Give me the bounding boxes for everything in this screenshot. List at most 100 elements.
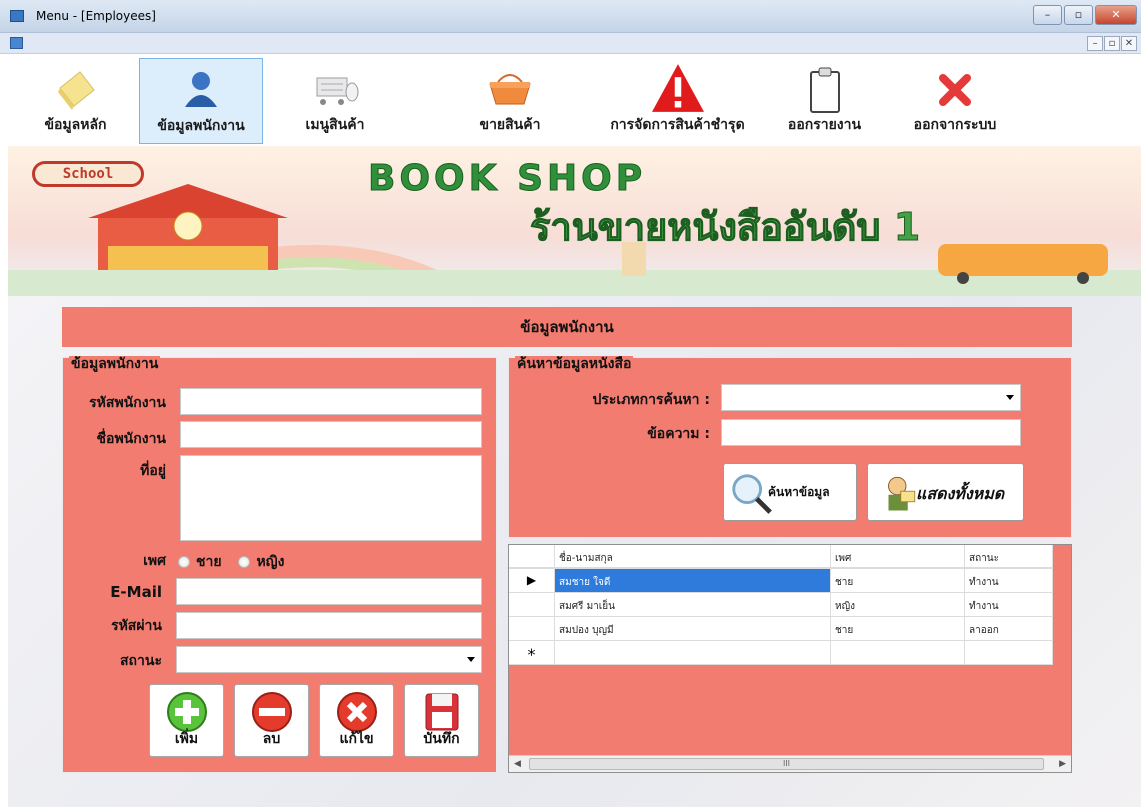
menu-item-products[interactable]: เมนูสินค้า bbox=[280, 58, 390, 144]
password-input[interactable] bbox=[176, 612, 482, 639]
main-menu: ข้อมูลหลัก ข้อมูลพนักงาน เมนูสินค้า ขายส… bbox=[0, 54, 1141, 146]
window-titlebar: Menu - [Employees] – ▫ ✕ bbox=[0, 0, 1141, 33]
gender-male-option[interactable]: ชาย bbox=[178, 554, 222, 570]
user-icon bbox=[185, 72, 217, 107]
menu-item-logout[interactable]: ออกจากระบบ bbox=[895, 58, 1015, 144]
delete-button-label: ลบ bbox=[262, 731, 281, 747]
cell-name[interactable] bbox=[555, 641, 831, 665]
scroll-left-icon[interactable]: ◀ bbox=[514, 759, 521, 769]
employee-group-legend: ข้อมูลพนักงาน bbox=[69, 356, 161, 372]
cell-status[interactable] bbox=[965, 641, 1053, 665]
section-title: ข้อมูลพนักงาน bbox=[62, 307, 1072, 347]
radio-button[interactable] bbox=[178, 556, 190, 568]
show-all-button-label: แสดงทั้งหมด bbox=[916, 484, 1005, 503]
email-input[interactable] bbox=[176, 578, 482, 605]
row-header-corner bbox=[509, 545, 555, 568]
app-icon bbox=[10, 10, 24, 22]
column-header-status[interactable]: สถานะ bbox=[965, 545, 1053, 568]
menu-label: ขายสินค้า bbox=[479, 117, 541, 133]
delete-button[interactable]: ลบ bbox=[234, 684, 309, 757]
edit-button-label: แก้ไข bbox=[339, 731, 374, 747]
table-row[interactable]: สมปอง บุญมี ชาย ลาออก bbox=[509, 617, 1053, 641]
address-textarea[interactable] bbox=[180, 455, 482, 541]
new-row[interactable]: * bbox=[509, 641, 1053, 665]
search-button[interactable]: ค้นหาข้อมูล bbox=[723, 463, 857, 521]
menu-label: ข้อมูลหลัก bbox=[44, 117, 107, 133]
search-type-label: ประเภทการค้นหา : bbox=[592, 392, 710, 408]
cell-status[interactable]: ลาออก bbox=[965, 617, 1053, 641]
mdi-child-bar: – ▫ ✕ bbox=[0, 33, 1141, 54]
table-row[interactable]: สมศรี มาเย็น หญิง ทำงาน bbox=[509, 593, 1053, 617]
clipboard-icon bbox=[809, 67, 840, 113]
cell-gender[interactable]: ชาย bbox=[831, 617, 965, 641]
cell-gender[interactable]: หญิง bbox=[831, 593, 965, 617]
search-group-legend: ค้นหาข้อมูลหนังสือ bbox=[515, 356, 634, 372]
scroll-thumb[interactable]: III bbox=[529, 758, 1044, 770]
child-close-button[interactable]: ✕ bbox=[1121, 36, 1137, 51]
cell-name[interactable]: สมศรี มาเย็น bbox=[555, 593, 831, 617]
table-row[interactable]: ▶ สมชาย ใจดี ชาย ทำงาน bbox=[509, 569, 1053, 593]
show-all-button[interactable]: แสดงทั้งหมด bbox=[867, 463, 1024, 521]
search-type-select[interactable] bbox=[721, 384, 1021, 411]
column-header-gender[interactable]: เพศ bbox=[831, 545, 965, 568]
search-button-label: ค้นหาข้อมูล bbox=[768, 485, 830, 499]
menu-item-master-data[interactable]: ข้อมูลหลัก bbox=[28, 58, 123, 144]
employee-grid[interactable]: ชื่อ-นามสกุล เพศ สถานะ ▶ สมชาย ใจดี ชาย … bbox=[508, 544, 1072, 773]
employee-id-input[interactable] bbox=[180, 388, 482, 415]
cart-icon bbox=[316, 77, 359, 105]
child-restore-button[interactable]: ▫ bbox=[1104, 36, 1120, 51]
new-row-marker[interactable]: * bbox=[509, 641, 555, 665]
chevron-down-icon bbox=[1006, 395, 1014, 400]
gender-radio-group: ชาย หญิง bbox=[178, 551, 284, 573]
radio-button[interactable] bbox=[238, 556, 251, 568]
cell-gender[interactable]: ชาย bbox=[831, 569, 965, 593]
reader-icon bbox=[888, 476, 916, 511]
save-button[interactable]: บันทึก bbox=[404, 684, 479, 757]
cell-status[interactable]: ทำงาน bbox=[965, 593, 1053, 617]
child-window-icon[interactable] bbox=[10, 37, 23, 49]
menu-label: เมนูสินค้า bbox=[305, 117, 365, 133]
search-text-input[interactable] bbox=[721, 419, 1021, 446]
window-title: Menu - [Employees] bbox=[36, 9, 156, 23]
menu-label: ออกรายงาน bbox=[787, 117, 862, 133]
close-window-button[interactable]: ✕ bbox=[1095, 5, 1137, 25]
scroll-right-icon[interactable]: ▶ bbox=[1059, 759, 1066, 769]
address-label: ที่อยู่ bbox=[140, 463, 166, 479]
note-icon bbox=[57, 71, 95, 110]
cell-name[interactable]: สมชาย ใจดี bbox=[555, 569, 831, 593]
warning-icon bbox=[651, 64, 704, 112]
menu-label: ออกจากระบบ bbox=[913, 117, 997, 133]
column-header-name[interactable]: ชื่อ-นามสกุล bbox=[555, 545, 831, 568]
chevron-down-icon bbox=[467, 657, 475, 662]
menu-item-reports[interactable]: ออกรายงาน bbox=[772, 58, 877, 144]
add-button[interactable]: เพิ่ม bbox=[149, 684, 224, 757]
add-button-label: เพิ่ม bbox=[174, 731, 199, 747]
employee-id-label: รหัสพนักงาน bbox=[89, 395, 166, 411]
cell-gender[interactable] bbox=[831, 641, 965, 665]
minimize-button[interactable]: – bbox=[1033, 5, 1062, 25]
row-marker[interactable]: ▶ bbox=[509, 569, 555, 593]
row-marker[interactable] bbox=[509, 617, 555, 641]
horizontal-scrollbar[interactable]: ◀ III ▶ bbox=[509, 755, 1071, 772]
cell-status[interactable]: ทำงาน bbox=[965, 569, 1053, 593]
menu-item-sales[interactable]: ขายสินค้า bbox=[460, 58, 560, 144]
status-select[interactable] bbox=[176, 646, 482, 673]
grid-header: ชื่อ-นามสกุล เพศ สถานะ bbox=[509, 545, 1053, 569]
maximize-button[interactable]: ▫ bbox=[1064, 5, 1093, 25]
gender-label: เพศ bbox=[143, 553, 166, 569]
banner-subtitle: ร้านขายหนังสืออันดับ 1 bbox=[529, 205, 921, 250]
menu-item-damaged-goods[interactable]: การจัดการสินค้าชำรุด bbox=[595, 58, 760, 144]
search-text-label: ข้อความ : bbox=[647, 426, 710, 442]
employee-name-label: ชื่อพนักงาน bbox=[96, 431, 166, 447]
edit-button[interactable]: แก้ไข bbox=[319, 684, 394, 757]
status-label: สถานะ bbox=[120, 653, 162, 669]
gender-female-option[interactable]: หญิง bbox=[238, 554, 284, 570]
employee-name-input[interactable] bbox=[180, 421, 482, 448]
banner-title: BOOK SHOP bbox=[367, 158, 647, 200]
row-marker[interactable] bbox=[509, 593, 555, 617]
email-label: E-Mail bbox=[110, 583, 162, 601]
menu-item-employees[interactable]: ข้อมูลพนักงาน bbox=[139, 58, 263, 144]
cell-name[interactable]: สมปอง บุญมี bbox=[555, 617, 831, 641]
menu-label: ข้อมูลพนักงาน bbox=[157, 118, 245, 134]
child-minimize-button[interactable]: – bbox=[1087, 36, 1103, 51]
